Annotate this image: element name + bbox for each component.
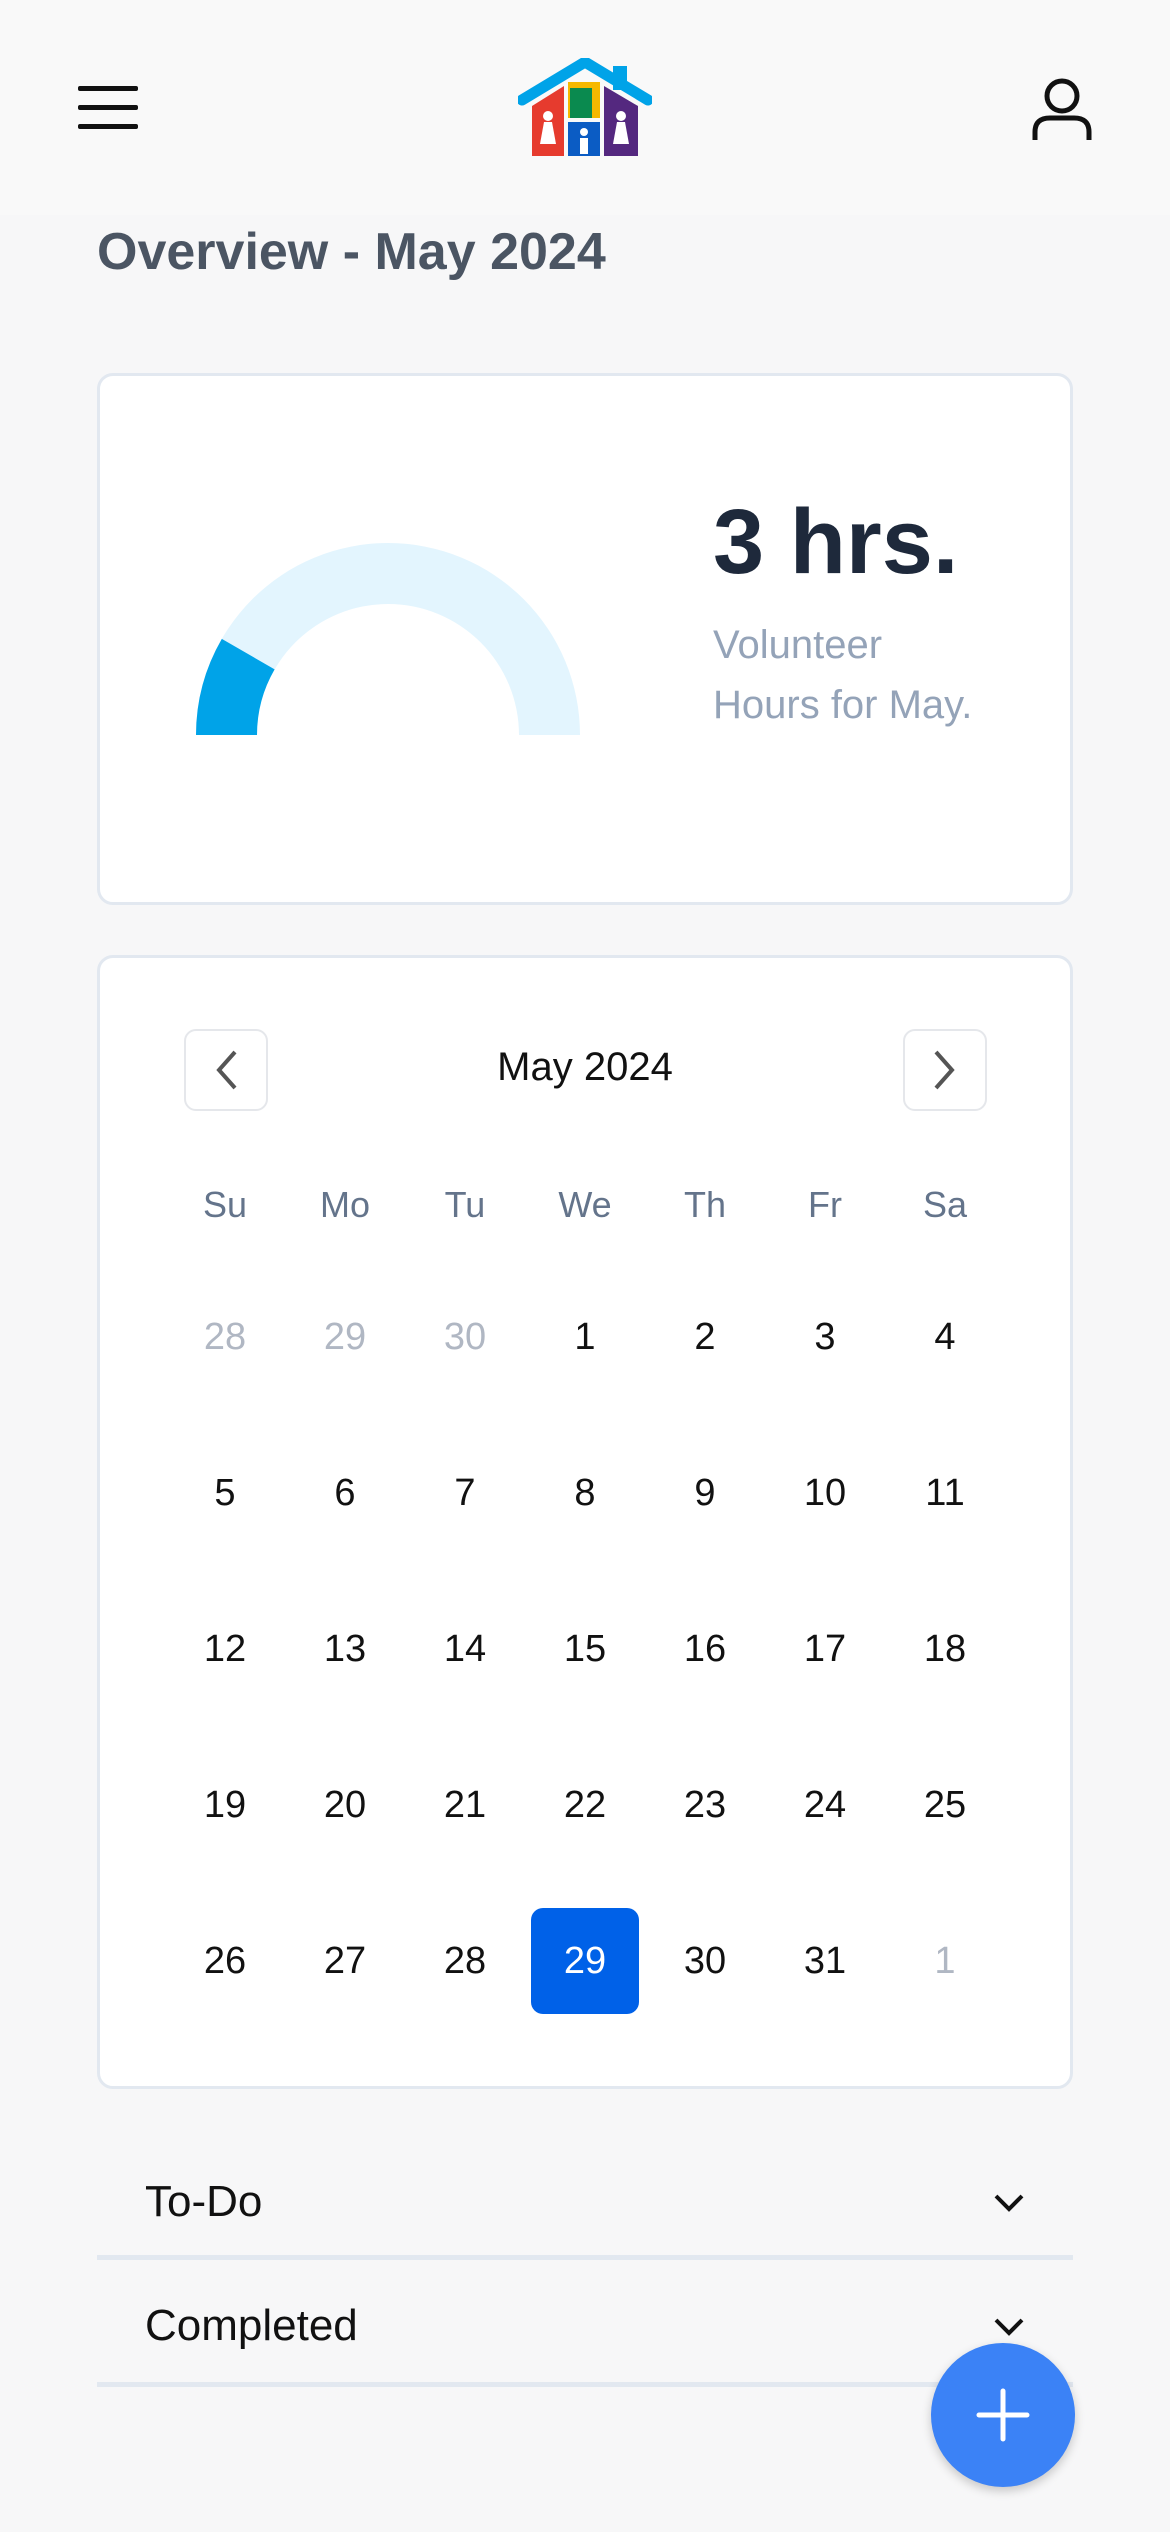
calendar-day[interactable]: 18 bbox=[891, 1596, 999, 1702]
weekday-label: Sa bbox=[922, 1184, 968, 1225]
calendar-day[interactable]: 8 bbox=[531, 1440, 639, 1546]
page-title: Overview - May 2024 bbox=[97, 223, 606, 281]
calendar-day[interactable]: 14 bbox=[411, 1596, 519, 1702]
calendar-day[interactable]: 30 bbox=[411, 1284, 519, 1390]
user-profile-icon[interactable] bbox=[1030, 76, 1094, 142]
calendar-day[interactable]: 26 bbox=[171, 1908, 279, 2014]
weekday-label: Tu bbox=[444, 1184, 486, 1225]
calendar-day[interactable]: 16 bbox=[651, 1596, 759, 1702]
hours-value: 3 hrs. bbox=[713, 491, 959, 593]
section-label: Completed bbox=[145, 2301, 358, 2350]
plus-icon bbox=[976, 2388, 1030, 2442]
calendar-day[interactable]: 7 bbox=[411, 1440, 519, 1546]
section-completed[interactable]: Completed bbox=[97, 2265, 1073, 2387]
calendar-day[interactable]: 20 bbox=[291, 1752, 399, 1858]
calendar-day[interactable]: 12 bbox=[171, 1596, 279, 1702]
calendar-day[interactable]: 13 bbox=[291, 1596, 399, 1702]
calendar-day[interactable]: 17 bbox=[771, 1596, 879, 1702]
calendar-day[interactable]: 15 bbox=[531, 1596, 639, 1702]
chevron-down-icon bbox=[994, 2318, 1024, 2336]
calendar-day[interactable]: 24 bbox=[771, 1752, 879, 1858]
weekday-label: Fr bbox=[808, 1184, 842, 1225]
calendar-day[interactable]: 27 bbox=[291, 1908, 399, 2014]
weekday-label: We bbox=[558, 1184, 612, 1225]
calendar-day[interactable]: 28 bbox=[171, 1284, 279, 1390]
calendar-day[interactable]: 4 bbox=[891, 1284, 999, 1390]
weekday-label: Mo bbox=[319, 1184, 370, 1225]
calendar-day[interactable]: 1 bbox=[531, 1284, 639, 1390]
add-button[interactable] bbox=[931, 2343, 1075, 2487]
calendar-month-label: May 2024 bbox=[497, 1045, 673, 1089]
calendar-day-selected[interactable]: 29 bbox=[531, 1908, 639, 2014]
calendar-day[interactable]: 11 bbox=[891, 1440, 999, 1546]
app-header bbox=[0, 0, 1170, 215]
calendar-day[interactable]: 2 bbox=[651, 1284, 759, 1390]
section-label: To-Do bbox=[145, 2177, 263, 2226]
calendar-day[interactable]: 19 bbox=[171, 1752, 279, 1858]
calendar-day[interactable]: 9 bbox=[651, 1440, 759, 1546]
calendar-day[interactable]: 3 bbox=[771, 1284, 879, 1390]
calendar-day[interactable]: 10 bbox=[771, 1440, 879, 1546]
hours-gauge bbox=[196, 543, 580, 735]
hamburger-menu-icon[interactable] bbox=[78, 86, 138, 130]
calendar-day[interactable]: 28 bbox=[411, 1908, 519, 2014]
chevron-down-icon bbox=[994, 2194, 1024, 2212]
house-family-logo[interactable] bbox=[518, 58, 652, 160]
weekday-label: Su bbox=[202, 1184, 248, 1225]
calendar-day[interactable]: 6 bbox=[291, 1440, 399, 1546]
calendar-day[interactable]: 29 bbox=[291, 1284, 399, 1390]
weekday-label: Th bbox=[683, 1184, 726, 1225]
calendar-day[interactable]: 31 bbox=[771, 1908, 879, 2014]
calendar-day[interactable]: 25 bbox=[891, 1752, 999, 1858]
calendar-day[interactable]: 30 bbox=[651, 1908, 759, 2014]
hours-label: Volunteer Hours for May. bbox=[713, 623, 973, 727]
calendar-day[interactable]: 5 bbox=[171, 1440, 279, 1546]
calendar-day[interactable]: 1 bbox=[891, 1908, 999, 2014]
calendar-day[interactable]: 23 bbox=[651, 1752, 759, 1858]
calendar-day[interactable]: 21 bbox=[411, 1752, 519, 1858]
calendar-day[interactable]: 22 bbox=[531, 1752, 639, 1858]
section-todo[interactable]: To-Do bbox=[97, 2155, 1073, 2260]
